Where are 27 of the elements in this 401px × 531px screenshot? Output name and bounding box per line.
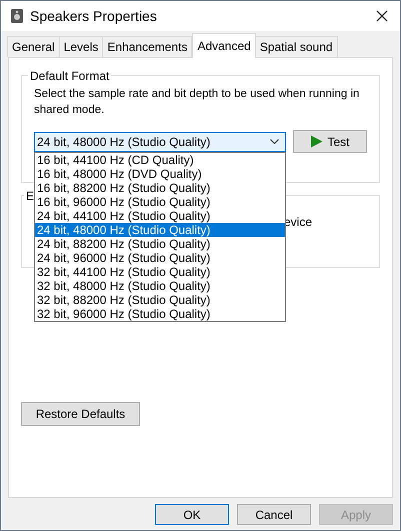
format-option[interactable]: 16 bit, 48000 Hz (DVD Quality) bbox=[35, 166, 285, 180]
format-option[interactable]: 16 bit, 44100 Hz (CD Quality) bbox=[35, 152, 285, 166]
format-option[interactable]: 32 bit, 96000 Hz (Studio Quality) bbox=[35, 306, 285, 320]
speaker-icon bbox=[10, 8, 24, 24]
close-icon[interactable] bbox=[376, 10, 388, 22]
tab[interactable]: Spatial sound bbox=[254, 36, 338, 57]
format-option[interactable]: 16 bit, 88200 Hz (Studio Quality) bbox=[35, 180, 285, 194]
tab[interactable]: Enhancements bbox=[102, 36, 192, 57]
dialog-button[interactable]: Cancel bbox=[237, 504, 311, 525]
format-option[interactable]: 16 bit, 96000 Hz (Studio Quality) bbox=[35, 194, 285, 208]
dialog-button[interactable]: OK bbox=[155, 504, 229, 525]
description-text: Select the sample rate and bit depth to be used when running in shared mode. bbox=[34, 87, 360, 118]
format-select[interactable]: 24 bit, 48000 Hz (Studio Quality) bbox=[34, 132, 286, 152]
format-option[interactable]: 32 bit, 88200 Hz (Studio Quality) bbox=[35, 292, 285, 306]
restore-defaults-button[interactable]: Restore Defaults bbox=[21, 402, 140, 426]
tab[interactable]: General bbox=[7, 36, 60, 57]
format-option[interactable]: 32 bit, 48000 Hz (Studio Quality) bbox=[35, 278, 285, 292]
format-option[interactable]: 24 bit, 48000 Hz (Studio Quality) bbox=[35, 222, 285, 236]
tab[interactable]: Advanced bbox=[192, 33, 256, 58]
format-option[interactable]: 24 bit, 44100 Hz (Studio Quality) bbox=[35, 208, 285, 222]
format-option[interactable]: 32 bit, 44100 Hz (Studio Quality) bbox=[35, 264, 285, 278]
play-icon bbox=[310, 135, 324, 148]
window-title: Speakers Properties bbox=[30, 6, 157, 26]
format-option[interactable]: 24 bit, 96000 Hz (Studio Quality) bbox=[35, 250, 285, 264]
test-button[interactable]: Test bbox=[293, 130, 367, 153]
format-option[interactable]: 24 bit, 88200 Hz (Studio Quality) bbox=[35, 236, 285, 250]
chevron-icon bbox=[270, 139, 279, 144]
